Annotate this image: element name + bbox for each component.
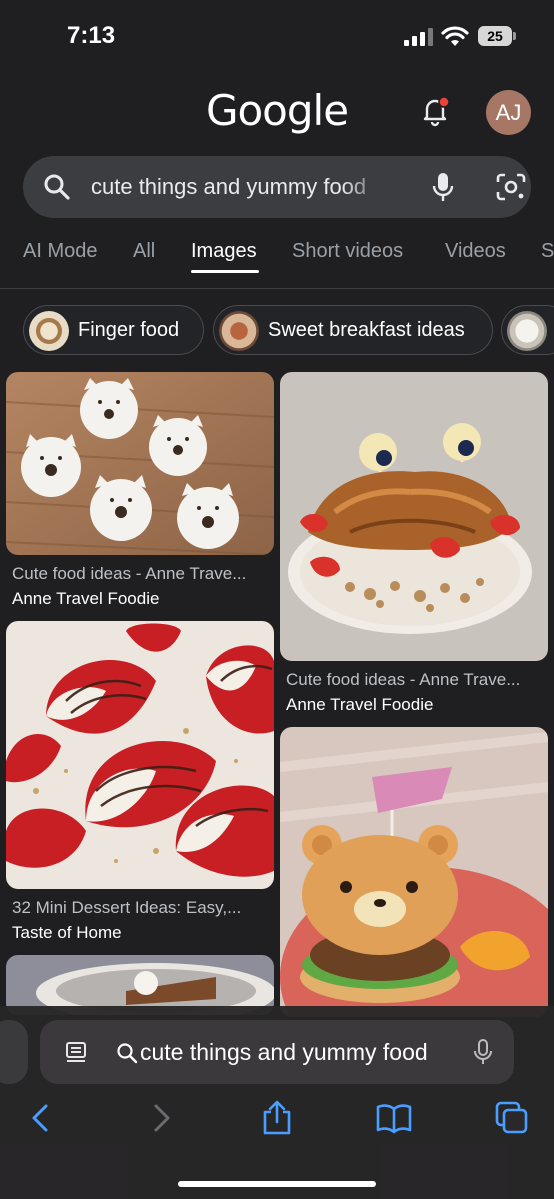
tab-shopping[interactable]: S [541,240,554,263]
search-tabs: AI Mode All Images Short videos Videos S [0,240,554,288]
google-lens-icon[interactable] [495,172,527,202]
result-image-cat-donuts[interactable] [6,372,274,555]
address-bar-text[interactable]: cute things and yummy food [140,1039,428,1066]
result-image-chocolate-strawberries[interactable] [6,621,274,889]
cellular-signal-icon [404,28,433,46]
tab-videos[interactable]: Videos [445,240,506,263]
browser-toolbar: cute things and yummy food [0,1006,554,1199]
chip-more[interactable] [501,305,554,355]
battery-level: 25 [478,26,512,46]
chip-sweet-breakfast-ideas[interactable]: Sweet breakfast ideas [213,305,493,355]
image-result[interactable]: Cute food ideas - Anne Trave... Anne Tra… [280,372,548,718]
bookmarks-icon[interactable] [376,1100,412,1136]
chip-label: Finger food [78,319,180,341]
voice-search-icon[interactable] [428,171,458,203]
image-result[interactable]: 32 Mini Dessert Ideas: Easy,... Taste of… [6,621,274,946]
address-bar[interactable]: cute things and yummy food [40,1020,514,1084]
result-title[interactable]: 32 Mini Dessert Ideas: Easy,... [12,898,241,918]
chip-thumbnail [29,311,69,351]
previous-tab-preview[interactable] [0,1020,28,1084]
account-avatar[interactable]: AJ [486,90,531,135]
chip-thumbnail [219,311,259,351]
image-result[interactable] [6,955,274,1015]
wifi-icon [441,26,469,46]
page-menu-icon[interactable] [64,1040,88,1064]
result-image-croissant-crab[interactable] [280,372,548,661]
active-tab-indicator [191,270,259,273]
status-time: 7:13 [67,22,116,49]
chip-finger-food[interactable]: Finger food [23,305,204,355]
status-bar: 7:13 25 [0,0,554,70]
share-icon[interactable] [259,1100,295,1136]
search-box[interactable]: cute things and yummy food [23,156,531,218]
result-title[interactable]: Cute food ideas - Anne Trave... [286,670,520,690]
voice-input-icon[interactable] [472,1038,494,1066]
home-indicator [178,1181,376,1187]
result-title[interactable]: Cute food ideas - Anne Trave... [12,564,246,584]
image-result[interactable] [280,727,548,1017]
chip-label: Sweet breakfast ideas [268,319,465,341]
result-image-bear-burger[interactable] [280,727,548,1017]
result-source[interactable]: Anne Travel Foodie [286,695,433,715]
google-logo[interactable]: Google [0,86,554,135]
result-source[interactable]: Taste of Home [12,923,122,943]
result-source[interactable]: Anne Travel Foodie [12,589,159,609]
tab-all[interactable]: All [133,240,155,263]
tab-images[interactable]: Images [191,240,257,263]
tabs-overview-icon[interactable] [494,1100,530,1136]
search-icon [117,1043,138,1064]
tab-ai-mode[interactable]: AI Mode [23,240,97,263]
tabs-divider [0,288,554,289]
forward-icon[interactable] [142,1100,178,1136]
search-input[interactable]: cute things and yummy food [91,174,387,200]
image-result[interactable]: Cute food ideas - Anne Trave... Anne Tra… [6,372,274,612]
tab-short-videos[interactable]: Short videos [292,240,403,263]
chip-thumbnail [507,311,547,351]
search-icon [44,174,70,200]
battery-icon: 25 [478,26,516,46]
notifications-bell-icon[interactable] [418,94,452,128]
back-icon[interactable] [24,1100,60,1136]
